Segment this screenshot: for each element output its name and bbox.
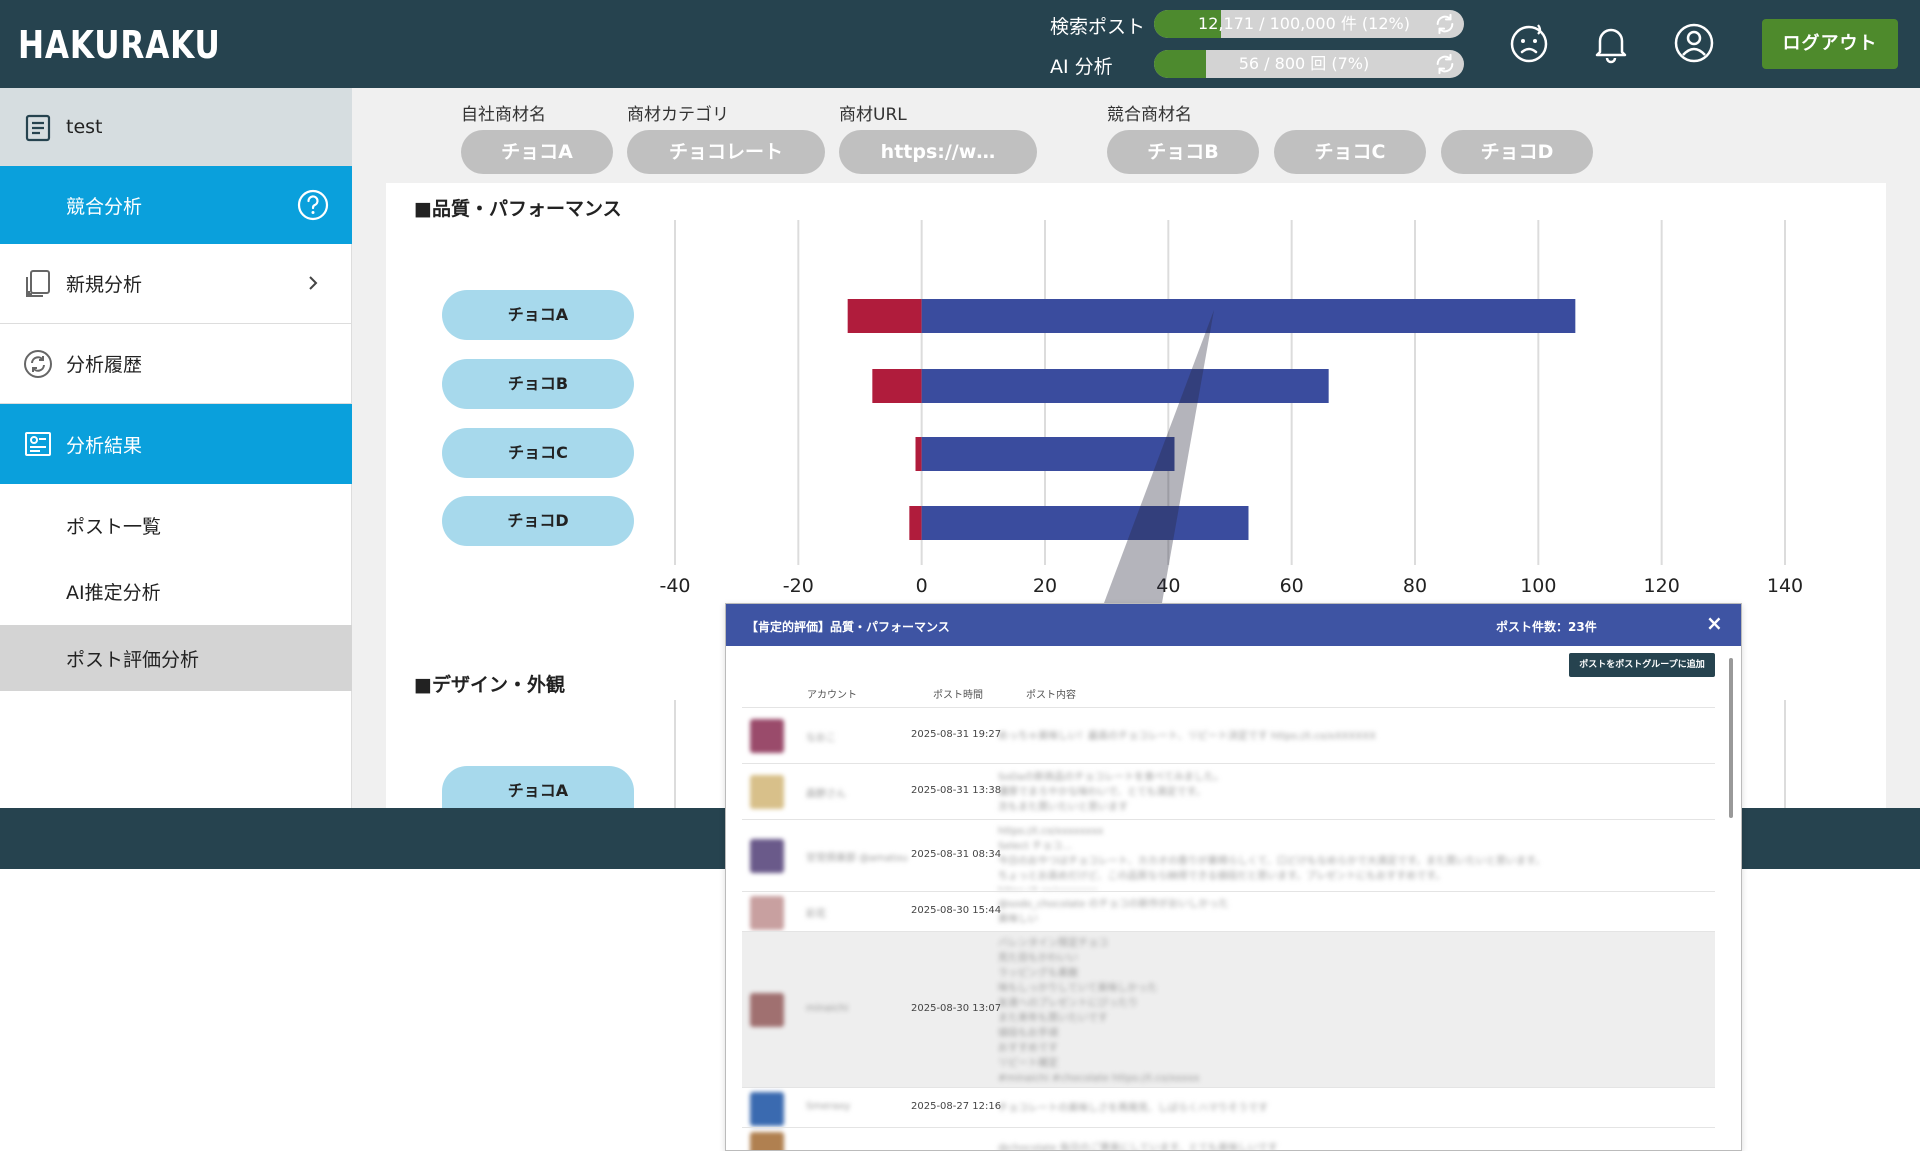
- account-name[interactable]: Smeraxy: [806, 1101, 850, 1112]
- post-content-line: チョコレートの美味しさを再発見、しばらくハマりそうです: [998, 1102, 1268, 1114]
- post-content-line: https://t.co/xxxxxxxx: [998, 826, 1104, 837]
- post-time: 2025-08-30 13:07: [911, 1003, 1002, 1014]
- account-name[interactable]: minaichi: [806, 1003, 848, 1014]
- x-tick-label: -20: [783, 575, 814, 597]
- post-content-line: https://t.co/xxxxxxx: [998, 884, 1698, 890]
- post-content-line: 美味しい: [998, 914, 1038, 925]
- post-content[interactable]: @sodo_chocolate のチョコの新作がおいしかった 美味しい: [998, 897, 1698, 931]
- bar-segment[interactable]: [921, 437, 1175, 471]
- bar-segment[interactable]: [921, 506, 1249, 540]
- modal-title: 【肯定的評価】品質・パフォーマンス: [746, 620, 950, 634]
- bar-segment[interactable]: [921, 369, 1329, 403]
- post-time: 2025-08-27 12:16: [911, 1101, 1002, 1112]
- table-row[interactable]: 彩花 2025-08-30 15:44 @sodo_chocolate のチョコの新…: [742, 891, 1715, 931]
- x-tick-label: 80: [1403, 575, 1427, 597]
- chart-category-label[interactable]: チョコA: [442, 766, 634, 808]
- sidebar-subitem-label: ポスト評価分析: [66, 648, 200, 671]
- avatar: [750, 775, 784, 809]
- post-content-line: Select チョコ…: [998, 841, 1073, 852]
- post-content-line: 濃厚でまろやかな味わいで、とても満足です。: [998, 786, 1206, 798]
- x-tick-label: -40: [659, 575, 690, 597]
- account-name[interactable]: 甘党倶楽部 @amatou: [806, 849, 908, 864]
- post-content-line: バレンタイン限定チョコ: [998, 938, 1108, 949]
- table-row[interactable]: @chocolate 毎日のご褒美にしています、とても美味しいです: [742, 1127, 1715, 1151]
- post-content-line: @sodo_chocolate のチョコの新作がおいしかった: [998, 899, 1229, 910]
- post-content-line: リピート確定: [998, 1058, 1058, 1069]
- scroll-thumb[interactable]: [1729, 658, 1733, 818]
- x-tick-label: 20: [1033, 575, 1057, 597]
- column-header: アカウント: [807, 690, 857, 701]
- post-content-line: 値段もお手頃: [998, 1028, 1058, 1039]
- sidebar-subitem-post-evaluation[interactable]: ポスト評価分析: [0, 625, 352, 691]
- quality-bar-chart: -40 -20 0 20 40 60 80 100 120 140: [659, 220, 1803, 597]
- column-header: ポスト時間: [933, 690, 983, 701]
- post-content-line: 味もしっかりしていて美味しかった: [998, 983, 1158, 994]
- bar-segment[interactable]: [915, 437, 922, 471]
- post-content-line: おすすめです: [998, 1043, 1058, 1054]
- add-to-group-button[interactable]: ポストをポストグループに追加: [1569, 653, 1715, 677]
- column-header: ポスト内容: [1026, 690, 1076, 701]
- avatar: [750, 993, 784, 1027]
- account-name[interactable]: なおこ: [806, 729, 836, 744]
- post-content-line: また来年も買いたいです: [998, 1013, 1108, 1024]
- account-name[interactable]: 彩花: [806, 905, 826, 920]
- post-content-line: @chocolate 毎日のご褒美にしています、とても美味しいです: [998, 1142, 1278, 1151]
- post-content-line: SoDaの新商品のチョコレートを食べてみました。: [998, 771, 1224, 783]
- bar-segment[interactable]: [847, 299, 922, 333]
- x-tick-label: 120: [1644, 575, 1680, 597]
- close-icon[interactable]: ×: [1706, 613, 1723, 633]
- post-time: 2025-08-31 19:27: [911, 729, 1002, 740]
- x-tick-label: 60: [1280, 575, 1304, 597]
- post-content-line: ちょっとお高めだけど、この品質なら納得できる値段だと思います。プレゼントにもおす…: [998, 871, 1446, 882]
- avatar: [750, 896, 784, 930]
- account-name[interactable]: 森野さん: [806, 785, 846, 800]
- post-content-line: #minaichi #chocolate https://t.co/xxxxx: [998, 1073, 1200, 1084]
- x-tick-label: 0: [916, 575, 928, 597]
- post-content[interactable]: @chocolate 毎日のご褒美にしています、とても美味しいです: [998, 1141, 1698, 1151]
- bar-segment[interactable]: [872, 369, 922, 403]
- post-content[interactable]: バレンタイン限定チョコ 見た目もかわいい ラッピングも素敵味もしっかりしていて美味し…: [998, 936, 1698, 1086]
- x-tick-label: 100: [1520, 575, 1556, 597]
- table-row[interactable]: minaichi 2025-08-30 13:07 バレンタイン限定チョコ 見た目もか…: [742, 931, 1715, 1087]
- avatar: [750, 1132, 784, 1150]
- post-detail-modal: 【肯定的評価】品質・パフォーマンス ポスト件数：23件 × ポストをポストグルー…: [725, 603, 1742, 1151]
- post-content-line: ラッピングも素敵: [998, 968, 1078, 979]
- post-content-line: 今日のおやつはチョコレート、カカオの香りが素晴らしくて、口どけもなめらかで大満足…: [998, 856, 1545, 867]
- bar-segment[interactable]: [909, 506, 922, 540]
- bar-segment[interactable]: [921, 299, 1576, 333]
- table-row[interactable]: 森野さん 2025-08-31 13:38 SoDaの新商品のチョコレートを食べてみ…: [742, 763, 1715, 819]
- table-row[interactable]: なおこ 2025-08-31 19:27 めっちゃ美味しい！最高のチョコレート、リピ…: [742, 707, 1715, 763]
- post-count: ポスト件数：23件: [1496, 620, 1597, 634]
- modal-header: 【肯定的評価】品質・パフォーマンス ポスト件数：23件 ×: [726, 604, 1741, 646]
- table-row[interactable]: 甘党倶楽部 @amatou 2025-08-31 08:34 https://t.c…: [742, 819, 1715, 891]
- table-row[interactable]: Smeraxy 2025-08-27 12:16 チョコレートの美味しさを再発見、し…: [742, 1087, 1715, 1127]
- avatar: [750, 1092, 784, 1126]
- post-content-line: めっちゃ美味しい！最高のチョコレート、リピート決定です https://t.co…: [998, 730, 1376, 742]
- modal-scrollbar[interactable]: [1727, 650, 1735, 1148]
- post-content-line: 見た目もかわいい: [998, 953, 1078, 964]
- avatar: [750, 719, 784, 753]
- post-content-line: 友達へのプレゼントにぴったり: [998, 998, 1138, 1009]
- post-content[interactable]: SoDaの新商品のチョコレートを食べてみました。 濃厚でまろやかな味わいで、とても…: [998, 770, 1698, 820]
- post-content-line: 次もまた買いたいと思います: [998, 801, 1128, 813]
- x-tick-label: 40: [1156, 575, 1180, 597]
- post-time: 2025-08-31 13:38: [911, 785, 1002, 796]
- x-tick-label: 140: [1767, 575, 1803, 597]
- post-time: 2025-08-31 08:34: [911, 849, 1002, 860]
- post-time: 2025-08-30 15:44: [911, 905, 1002, 916]
- avatar: [750, 839, 784, 873]
- post-content[interactable]: https://t.co/xxxxxxxx Select チョコ… 今日のおやつはチ…: [998, 824, 1698, 890]
